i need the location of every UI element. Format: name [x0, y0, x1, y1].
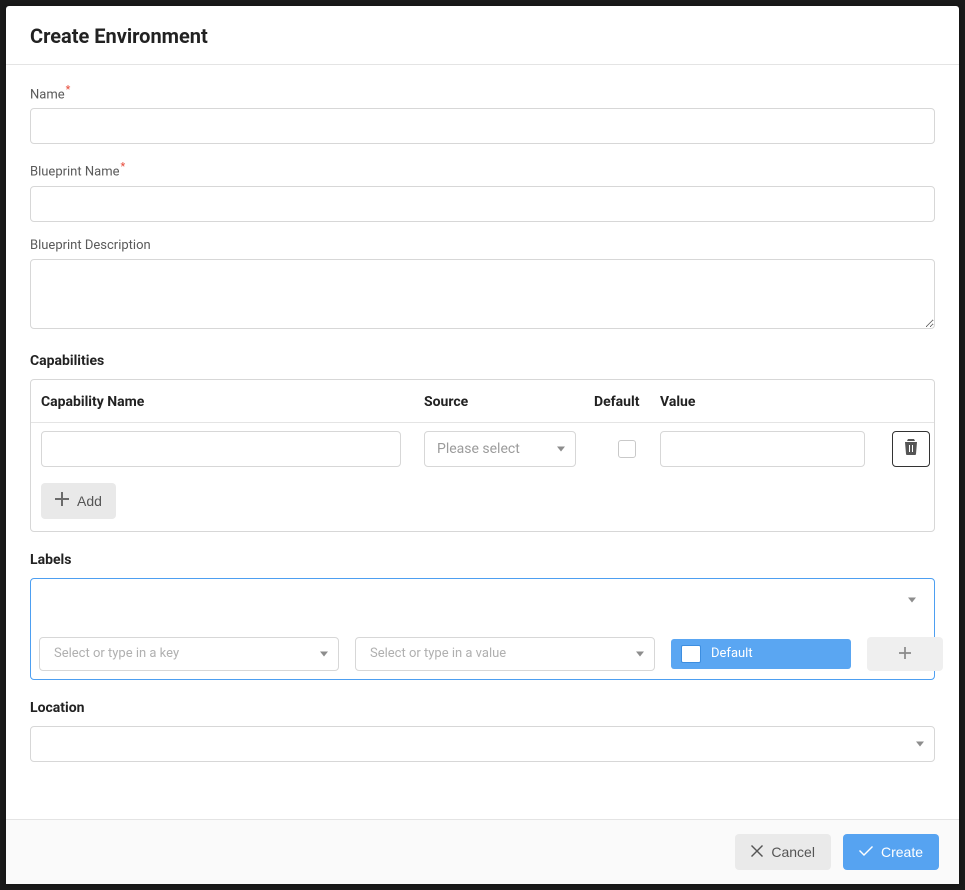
- label-default-text: Default: [711, 646, 753, 661]
- blueprint-description-textarea[interactable]: [30, 259, 935, 329]
- capability-source-select[interactable]: Please select: [424, 431, 576, 467]
- required-asterisk-icon: *: [120, 160, 125, 173]
- blueprint-description-label: Blueprint Description: [30, 238, 935, 253]
- chevron-down-icon: [557, 446, 565, 451]
- location-select[interactable]: [30, 726, 935, 762]
- chevron-down-icon: [916, 741, 924, 746]
- col-default: Default: [594, 394, 660, 410]
- blueprint-name-label: Blueprint Name*: [30, 160, 935, 179]
- label-value-placeholder: Select or type in a value: [370, 646, 506, 661]
- chevron-down-icon: [320, 651, 328, 656]
- blueprint-name-group: Blueprint Name*: [30, 160, 935, 221]
- modal-title: Create Environment: [30, 24, 935, 48]
- required-asterisk-icon: *: [66, 83, 71, 96]
- label-value-select[interactable]: Select or type in a value: [355, 637, 655, 671]
- create-button[interactable]: Create: [843, 834, 939, 870]
- label-key-select[interactable]: Select or type in a key: [39, 637, 339, 671]
- capability-name-input[interactable]: [41, 431, 401, 467]
- delete-capability-button[interactable]: [892, 431, 930, 467]
- capability-value-input[interactable]: [660, 431, 865, 467]
- labels-kv-row: Select or type in a key Select or type i…: [39, 637, 926, 671]
- label-key-placeholder: Select or type in a key: [54, 646, 179, 661]
- trash-icon: [904, 439, 918, 458]
- cancel-button[interactable]: Cancel: [735, 834, 831, 870]
- modal-footer: Cancel Create: [6, 819, 959, 884]
- col-capability-name: Capability Name: [41, 394, 424, 410]
- add-label-button[interactable]: [867, 637, 943, 671]
- check-icon: [859, 844, 881, 860]
- label-default-checkbox[interactable]: [681, 645, 701, 663]
- col-source: Source: [424, 394, 594, 410]
- add-capability-label: Add: [77, 493, 102, 509]
- add-capability-row: Add: [31, 475, 934, 531]
- capability-source-placeholder: Please select: [437, 441, 520, 457]
- modal-header: Create Environment: [6, 6, 959, 65]
- name-label: Name*: [30, 83, 935, 102]
- blueprint-description-group: Blueprint Description: [30, 238, 935, 333]
- close-icon: [751, 844, 771, 860]
- labels-multiselect[interactable]: [39, 587, 926, 613]
- create-environment-modal: Create Environment Name* Blueprint Name*…: [6, 6, 959, 884]
- plus-icon: [55, 492, 77, 509]
- add-capability-button[interactable]: Add: [41, 483, 116, 519]
- chevron-down-icon: [908, 597, 916, 602]
- cancel-label: Cancel: [771, 844, 815, 860]
- label-default-toggle[interactable]: Default: [671, 639, 851, 669]
- chevron-down-icon: [636, 651, 644, 656]
- table-row: Please select: [31, 423, 934, 475]
- name-group: Name*: [30, 83, 935, 144]
- capabilities-header-row: Capability Name Source Default Value: [31, 380, 934, 423]
- create-label: Create: [881, 844, 923, 860]
- plus-icon: [899, 644, 911, 663]
- blueprint-name-input[interactable]: [30, 186, 935, 222]
- capability-default-checkbox[interactable]: [618, 440, 636, 458]
- labels-heading: Labels: [30, 552, 935, 568]
- col-value: Value: [660, 394, 885, 410]
- capabilities-table: Capability Name Source Default Value Ple…: [30, 379, 935, 532]
- col-action: [885, 394, 930, 410]
- name-input[interactable]: [30, 108, 935, 144]
- modal-body: Name* Blueprint Name* Blueprint Descript…: [6, 65, 959, 819]
- labels-container: Select or type in a key Select or type i…: [30, 578, 935, 680]
- capabilities-heading: Capabilities: [30, 353, 935, 369]
- location-heading: Location: [30, 700, 935, 716]
